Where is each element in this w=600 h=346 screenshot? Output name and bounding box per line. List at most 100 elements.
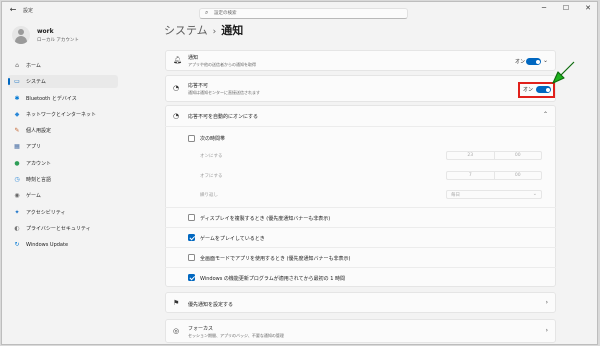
notifications-description: アプリや他の送信者からの通知を取得 bbox=[188, 62, 256, 67]
sidebar-item-label: ホーム bbox=[26, 63, 41, 69]
divider bbox=[165, 267, 556, 268]
network-icon: ◆ bbox=[14, 110, 20, 118]
windows-update-icon: ↻ bbox=[14, 241, 20, 249]
divider bbox=[165, 247, 556, 248]
divider bbox=[165, 126, 556, 127]
bluetooth-icon: ✱ bbox=[14, 94, 20, 102]
priority-notifications-card[interactable]: ⚑ 優先通知を設定する › bbox=[165, 292, 556, 313]
fullscreen-app-label: 全画面モードでアプリを使用するとき (優先度通知バナーも非表示) bbox=[200, 256, 351, 262]
chevron-down-icon: ⌄ bbox=[532, 191, 537, 197]
sidebar-item-privacy-security[interactable]: ◐ プライバシーとセキュリティ bbox=[8, 222, 118, 235]
priority-icon: ⚑ bbox=[173, 299, 180, 307]
sidebar-item-gaming[interactable]: ◉ ゲーム bbox=[8, 189, 118, 202]
close-button[interactable]: ✕ bbox=[583, 4, 593, 12]
sidebar-item-network[interactable]: ◆ ネットワークとインターネット bbox=[8, 108, 118, 121]
profile-name: work bbox=[37, 28, 54, 35]
turn-off-label: オフにする bbox=[200, 174, 223, 179]
sidebar-item-system[interactable]: ▭ システム bbox=[8, 75, 118, 89]
notifications-toggle[interactable] bbox=[526, 58, 541, 65]
sidebar-item-label: アカウント bbox=[26, 160, 52, 167]
sidebar-item-label: アプリ bbox=[26, 144, 42, 151]
avatar bbox=[12, 26, 30, 44]
sidebar-item-windows-update[interactable]: ↻ Windows Update bbox=[8, 238, 118, 251]
priority-title: 優先通知を設定する bbox=[188, 302, 234, 308]
fullscreen-app-checkbox[interactable] bbox=[188, 254, 195, 261]
breadcrumb: システム › 通知 bbox=[164, 22, 243, 38]
turn-on-label: オンにする bbox=[200, 154, 223, 159]
do-not-disturb-icon: ◔ bbox=[173, 84, 180, 92]
maximize-button[interactable]: ☐ bbox=[561, 4, 571, 12]
during-time-checkbox[interactable] bbox=[188, 135, 195, 142]
back-arrow-icon: ← bbox=[9, 5, 17, 14]
sidebar-item-label: プライバシーとセキュリティ bbox=[26, 225, 91, 232]
window-controls: ─ ☐ ✕ bbox=[539, 4, 593, 12]
turn-off-hour: 7 bbox=[468, 173, 472, 178]
search-input[interactable] bbox=[214, 9, 394, 18]
chevron-right-icon: › bbox=[545, 299, 548, 306]
focus-title: フォーカス bbox=[188, 326, 214, 332]
back-button[interactable]: ← bbox=[8, 5, 18, 15]
turn-on-minute: 00 bbox=[493, 152, 542, 159]
sidebar-item-label: Windows Update bbox=[26, 241, 69, 248]
dnd-title: 応答不可 bbox=[188, 83, 209, 89]
notifications-title: 通知 bbox=[188, 55, 199, 61]
focus-icon: ◎ bbox=[173, 327, 180, 335]
feature-update-checkbox[interactable] bbox=[188, 274, 195, 281]
chevron-right-icon: › bbox=[545, 327, 548, 334]
sidebar-item-label: アクセシビリティ bbox=[26, 209, 66, 216]
playing-game-label: ゲームをプレイしているとき bbox=[200, 236, 265, 242]
search-icon: ⌕ bbox=[205, 9, 209, 16]
turn-off-time-picker[interactable]: 7 00 bbox=[446, 171, 542, 180]
sidebar-nav: ⌂ ホーム ▭ システム ✱ Bluetooth とデバイス ◆ ネットワークとインターネット… bbox=[8, 59, 118, 255]
sidebar-item-label: ネットワークとインターネット bbox=[26, 111, 97, 118]
notifications-setting-card[interactable]: 🔔︎ 通知 アプリや他の送信者からの通知を取得 オン ⌄ bbox=[165, 50, 556, 71]
time-language-icon: ◷ bbox=[14, 176, 20, 184]
dnd-description: 通知は通知センターに直接送信されます bbox=[188, 90, 260, 95]
green-arrow-icon bbox=[552, 61, 575, 84]
repeat-dropdown[interactable]: 毎日 ⌄ bbox=[446, 190, 542, 199]
home-icon: ⌂ bbox=[15, 62, 19, 69]
sidebar-item-label: Bluetooth とデバイス bbox=[26, 95, 77, 102]
focus-card[interactable]: ◎ フォーカス セッション期間、アプリのバッジ、不要な通知の管理 › bbox=[165, 319, 556, 343]
sidebar-item-home[interactable]: ⌂ ホーム bbox=[8, 59, 118, 72]
sidebar-item-label: 個人用設定 bbox=[26, 128, 52, 135]
breadcrumb-parent[interactable]: システム bbox=[164, 24, 208, 37]
duplicate-display-checkbox[interactable] bbox=[188, 214, 195, 221]
duplicate-display-label: ディスプレイを複製するとき (優先度通知バナーも非表示) bbox=[200, 216, 331, 222]
privacy-security-icon: ◐ bbox=[14, 224, 20, 232]
sidebar-item-time-language[interactable]: ◷ 時刻と言語 bbox=[8, 173, 118, 186]
do-not-disturb-auto-icon: ◔ bbox=[173, 112, 180, 120]
sidebar-item-accounts[interactable]: ● アカウント bbox=[8, 157, 118, 170]
repeat-label: 繰り返し bbox=[200, 193, 218, 198]
playing-game-checkbox[interactable] bbox=[188, 234, 195, 241]
turn-on-time-picker[interactable]: 23 00 bbox=[446, 151, 542, 160]
accounts-icon: ● bbox=[14, 159, 20, 167]
sidebar-item-label: システム bbox=[26, 79, 46, 86]
chevron-up-icon[interactable]: ⌃ bbox=[543, 111, 548, 118]
app-title: 設定 bbox=[23, 8, 34, 14]
divider bbox=[165, 227, 556, 228]
sidebar-item-personalization[interactable]: ✎ 個人用設定 bbox=[8, 124, 118, 137]
divider bbox=[165, 207, 556, 208]
page-title: 通知 bbox=[221, 24, 244, 37]
apps-icon: ▦ bbox=[14, 143, 20, 151]
repeat-value: 毎日 bbox=[451, 193, 460, 198]
search-box[interactable]: ⌕ bbox=[199, 8, 408, 19]
feature-update-label: Windows の機能更新プログラムが適用されてから最初の 1 時間 bbox=[200, 276, 345, 282]
gaming-icon: ◉ bbox=[14, 192, 20, 200]
sidebar-item-apps[interactable]: ▦ アプリ bbox=[8, 140, 118, 153]
auto-dnd-title: 応答不可を自動的にオンにする bbox=[188, 114, 259, 120]
sidebar-item-bluetooth[interactable]: ✱ Bluetooth とデバイス bbox=[8, 92, 118, 105]
personalization-icon: ✎ bbox=[14, 127, 20, 135]
system-icon: ▭ bbox=[14, 78, 20, 86]
settings-window: ← 設定 ─ ☐ ✕ work ローカル アカウント ⌕ ⌂ ホーム ▭ システム ✱ B… bbox=[1, 1, 598, 345]
breadcrumb-separator: › bbox=[212, 27, 217, 37]
accessibility-icon: ✦ bbox=[14, 208, 20, 216]
chevron-down-icon[interactable]: ⌄ bbox=[543, 57, 548, 64]
minimize-button[interactable]: ─ bbox=[539, 4, 549, 12]
notifications-toggle-label: オン bbox=[515, 59, 526, 65]
sidebar-item-label: 時刻と言語 bbox=[26, 177, 52, 184]
bell-icon: 🔔︎ bbox=[173, 56, 182, 64]
sidebar-item-accessibility[interactable]: ✦ アクセシビリティ bbox=[8, 206, 118, 219]
profile-account-type: ローカル アカウント bbox=[37, 38, 79, 43]
